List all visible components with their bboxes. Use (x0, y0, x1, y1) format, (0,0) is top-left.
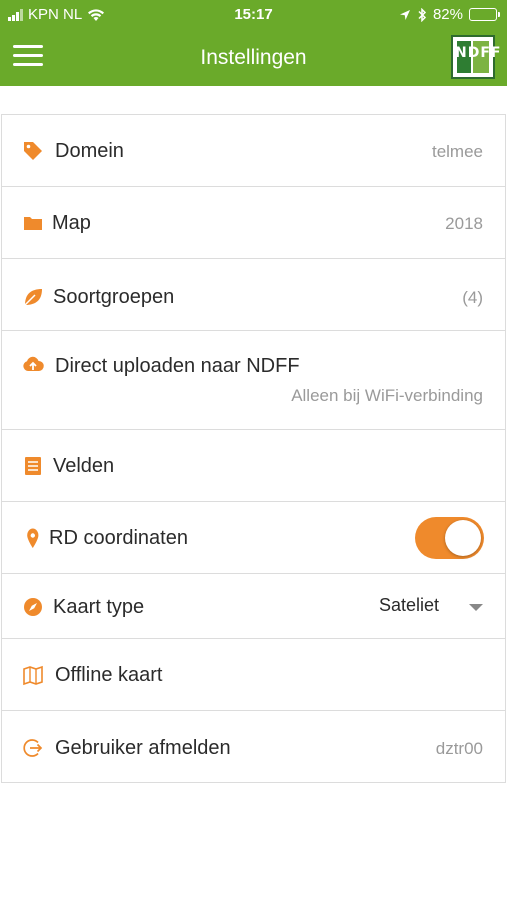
setting-label: Domein (55, 140, 124, 162)
setting-value: Alleen bij WiFi-verbinding (291, 386, 483, 405)
nav-bar: Instellingen NDFF (0, 32, 507, 86)
setting-kaart-type[interactable]: Kaart type Sateliet (2, 574, 505, 639)
status-bar: KPN NL 15:17 82% (0, 0, 507, 32)
toggle-knob (445, 520, 481, 556)
chevron-down-icon[interactable] (469, 604, 483, 611)
setting-value: telmee (431, 142, 483, 161)
map-marker-icon (27, 528, 39, 548)
bluetooth-icon (418, 7, 427, 22)
setting-label: Direct uploaden naar NDFF (55, 355, 300, 377)
setting-value: (4) (462, 288, 483, 307)
setting-label: Map (52, 212, 91, 234)
setting-velden[interactable]: Velden (2, 430, 505, 502)
leaf-icon (24, 289, 42, 306)
setting-soortgroepen[interactable]: Soortgroepen (4) (2, 259, 505, 331)
settings-list: Domein telmee Map 2018 Soortgroepen (4) … (1, 114, 506, 783)
compass-icon (24, 598, 42, 616)
setting-offline-kaart[interactable]: Offline kaart (2, 639, 505, 711)
setting-label: Offline kaart (55, 664, 163, 686)
tag-icon (24, 142, 42, 160)
cloud-upload-icon (23, 356, 44, 371)
sign-out-icon (23, 739, 43, 757)
setting-domein[interactable]: Domein telmee (2, 115, 505, 187)
kaart-type-select[interactable]: Sateliet (379, 595, 439, 616)
setting-direct-uploaden[interactable]: Direct uploaden naar NDFF Alleen bij WiF… (2, 331, 505, 430)
setting-value: 2018 (445, 214, 483, 233)
setting-label: Kaart type (53, 596, 145, 618)
location-arrow-icon (399, 9, 410, 20)
setting-label: Velden (53, 455, 115, 477)
setting-gebruiker-afmelden[interactable]: Gebruiker afmelden dztr00 (2, 711, 505, 783)
setting-map[interactable]: Map 2018 (2, 187, 505, 259)
page-title: Instellingen (200, 46, 307, 69)
battery-percent: 82% (432, 6, 463, 23)
list-icon (25, 457, 41, 475)
folder-icon (24, 217, 42, 230)
rd-coordinaten-toggle[interactable] (415, 517, 484, 559)
setting-label: Soortgroepen (53, 286, 175, 308)
setting-label: Gebruiker afmelden (55, 737, 231, 759)
setting-value: dztr00 (435, 739, 483, 758)
setting-label: RD coordinaten (49, 527, 188, 549)
battery-icon (469, 8, 500, 21)
ndff-logo: NDFF (451, 35, 500, 79)
setting-rd-coordinaten: RD coordinaten (2, 502, 505, 574)
map-icon (23, 665, 43, 686)
